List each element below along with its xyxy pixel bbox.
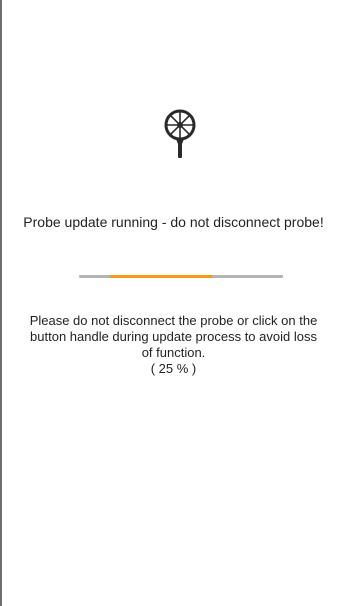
vane-probe-icon — [163, 108, 197, 160]
warning-message-line: of function. — [141, 345, 206, 360]
update-progress-fill — [110, 275, 212, 278]
window-left-border — [0, 0, 2, 606]
update-status-title: Probe update running - do not disconnect… — [23, 214, 324, 230]
warning-message-line: button handle during update process to a… — [30, 329, 317, 344]
update-progress-bar — [79, 275, 283, 278]
progress-percent-label: ( 25 % ) — [150, 361, 197, 376]
update-warning-message: Please do not disconnect the probe or cl… — [0, 313, 347, 377]
warning-message-line: Please do not disconnect the probe or cl… — [29, 313, 318, 328]
